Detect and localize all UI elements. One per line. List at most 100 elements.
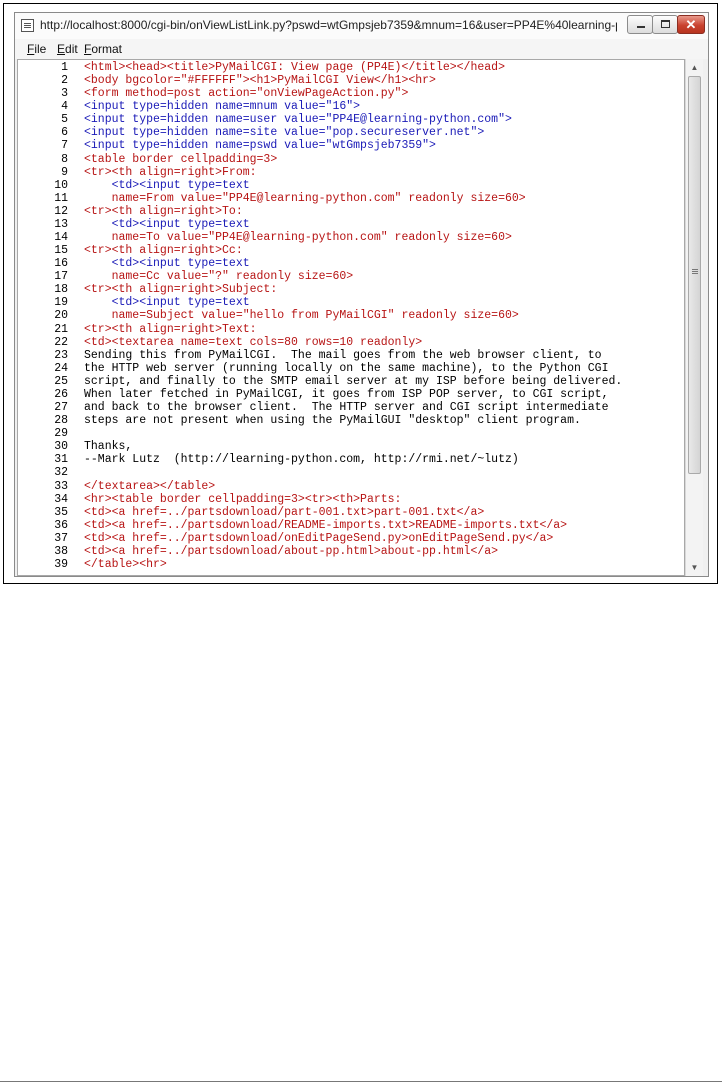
- line-number: 17: [54, 270, 68, 284]
- code-line: 20 name=Subject value="hello from PyMail…: [18, 309, 684, 322]
- line-number: 5: [61, 113, 68, 127]
- code-line: 39 </table><hr>: [18, 558, 684, 571]
- line-number: 4: [61, 100, 68, 114]
- line-number: 8: [61, 152, 68, 166]
- line-number: 33: [54, 479, 68, 493]
- minimize-icon: [637, 26, 645, 28]
- code-text: <td><a href=../partsdownload/onEditPageS…: [84, 531, 554, 545]
- code-text: name=To value="PP4E@learning-python.com"…: [84, 231, 512, 245]
- code-text: script, and finally to the SMTP email se…: [84, 374, 623, 388]
- code-line: 31 --Mark Lutz (http://learning-python.co…: [18, 453, 684, 466]
- menu-bar: File Edit Format: [15, 39, 708, 59]
- code-line: 29: [18, 427, 684, 440]
- code-line: 36 <td><a href=../partsdownload/README-im…: [18, 519, 684, 532]
- code-line: 30 Thanks,: [18, 440, 684, 453]
- code-line: 16 <td><input type=text: [18, 257, 684, 270]
- minimize-button[interactable]: [627, 15, 653, 34]
- code-text: </table><hr>: [84, 557, 167, 571]
- text-area[interactable]: 1 <html><head><title>PyMailCGI: View page…: [17, 59, 685, 576]
- code-line: 3 <form method=post action="onViewPageAct…: [18, 87, 684, 100]
- code-line: 27 and back to the browser client. The HT…: [18, 401, 684, 414]
- grip-icon: [692, 269, 698, 270]
- code-text: <input type=hidden name=site value="pop.…: [84, 126, 485, 140]
- scrollbar-thumb[interactable]: [688, 76, 701, 474]
- line-number: 12: [54, 204, 68, 218]
- menu-edit[interactable]: Edit: [57, 42, 78, 56]
- code-line: 19 <td><input type=text: [18, 296, 684, 309]
- line-number: 20: [54, 309, 68, 323]
- line-number: 38: [54, 544, 68, 558]
- code-text: <td><input type=text: [84, 296, 250, 310]
- code-text: <tr><th align=right>From:: [84, 165, 257, 179]
- line-number: 7: [61, 139, 68, 153]
- code-line: 13 <td><input type=text: [18, 218, 684, 231]
- code-text: <input type=hidden name=pswd value="wtGm…: [84, 139, 436, 153]
- line-number: 23: [54, 348, 68, 362]
- code-line: 1 <html><head><title>PyMailCGI: View page…: [18, 61, 684, 74]
- scroll-up-arrow[interactable]: ▲: [686, 59, 703, 76]
- code-text: <html><head><title>PyMailCGI: View page …: [84, 61, 505, 74]
- code-text: the HTTP web server (running locally on …: [84, 361, 609, 375]
- code-text: name=From value="PP4E@learning-python.co…: [84, 191, 526, 205]
- code-text: <hr><table border cellpadding=3><tr><th>…: [84, 492, 402, 506]
- menu-file[interactable]: File: [27, 42, 46, 56]
- code-line: 6 <input type=hidden name=site value="pop…: [18, 126, 684, 139]
- editor-window: http://localhost:8000/cgi-bin/onViewList…: [14, 12, 709, 577]
- menu-format-label: ormat: [91, 42, 123, 56]
- code-text: <tr><th align=right>Text:: [84, 322, 257, 336]
- line-number: 27: [54, 401, 68, 415]
- title-bar[interactable]: http://localhost:8000/cgi-bin/onViewList…: [15, 13, 708, 40]
- code-text: <tr><th align=right>Subject:: [84, 283, 278, 297]
- maximize-button[interactable]: [652, 15, 678, 34]
- line-number: 18: [54, 283, 68, 297]
- menu-format[interactable]: Format: [84, 42, 122, 56]
- scroll-down-arrow[interactable]: ▼: [686, 559, 703, 576]
- line-number: 2: [61, 74, 68, 88]
- code-text: When later fetched in PyMailCGI, it goes…: [84, 387, 609, 401]
- code-text: name=Cc value="?" readonly size=60>: [84, 270, 354, 284]
- code-text: --Mark Lutz (http://learning-python.com,…: [84, 453, 519, 467]
- line-number: 26: [54, 387, 68, 401]
- line-number: 10: [54, 178, 68, 192]
- code-text: steps are not present when using the PyM…: [84, 414, 581, 428]
- line-number: 19: [54, 296, 68, 310]
- line-number: 34: [54, 492, 68, 506]
- close-button[interactable]: ✕: [677, 15, 705, 34]
- line-number: 31: [54, 453, 68, 467]
- menu-edit-accel: E: [57, 42, 66, 56]
- line-number: 30: [54, 440, 68, 454]
- line-number: 11: [54, 191, 68, 205]
- code-text: <table border cellpadding=3>: [84, 152, 278, 166]
- code-text: <form method=post action="onViewPageActi…: [84, 87, 409, 101]
- line-number: 9: [61, 165, 68, 179]
- line-number: 3: [61, 87, 68, 101]
- line-number: 29: [54, 427, 68, 441]
- line-number: 25: [54, 374, 68, 388]
- line-number: 13: [54, 217, 68, 231]
- code-line: 33 </textarea></table>: [18, 480, 684, 493]
- vertical-scrollbar[interactable]: ▲ ▼: [685, 59, 703, 576]
- code-text: <td><a href=../partsdownload/part-001.tx…: [84, 505, 485, 519]
- code-line: 10 <td><input type=text: [18, 179, 684, 192]
- line-number: 1: [61, 61, 68, 74]
- line-number: 15: [54, 244, 68, 258]
- code-line: 23 Sending this from PyMailCGI. The mail …: [18, 349, 684, 362]
- menu-edit-label: dit: [65, 42, 78, 56]
- code-line: 35 <td><a href=../partsdownload/part-001.…: [18, 506, 684, 519]
- code-line: 37 <td><a href=../partsdownload/onEditPag…: [18, 532, 684, 545]
- code-line: 14 name=To value="PP4E@learning-python.c…: [18, 231, 684, 244]
- line-number: 16: [54, 257, 68, 271]
- code-line: 5 <input type=hidden name=user value="PP4…: [18, 113, 684, 126]
- code-line: 26 When later fetched in PyMailCGI, it go…: [18, 388, 684, 401]
- code-line: 22 <td><textarea name=text cols=80 rows=1…: [18, 336, 684, 349]
- code-line: 7 <input type=hidden name=pswd value="wtG…: [18, 139, 684, 152]
- maximize-icon: [661, 20, 670, 28]
- code-line: 28 steps are not present when using the P…: [18, 414, 684, 427]
- code-line: 11 name=From value="PP4E@learning-python…: [18, 192, 684, 205]
- line-number: 35: [54, 505, 68, 519]
- code-text: <td><a href=../partsdownload/README-impo…: [84, 518, 568, 532]
- menu-file-label: ile: [34, 42, 47, 56]
- code-line: 38 <td><a href=../partsdownload/about-pp.…: [18, 545, 684, 558]
- code-line: 25 script, and finally to the SMTP email …: [18, 375, 684, 388]
- line-number: 28: [54, 414, 68, 428]
